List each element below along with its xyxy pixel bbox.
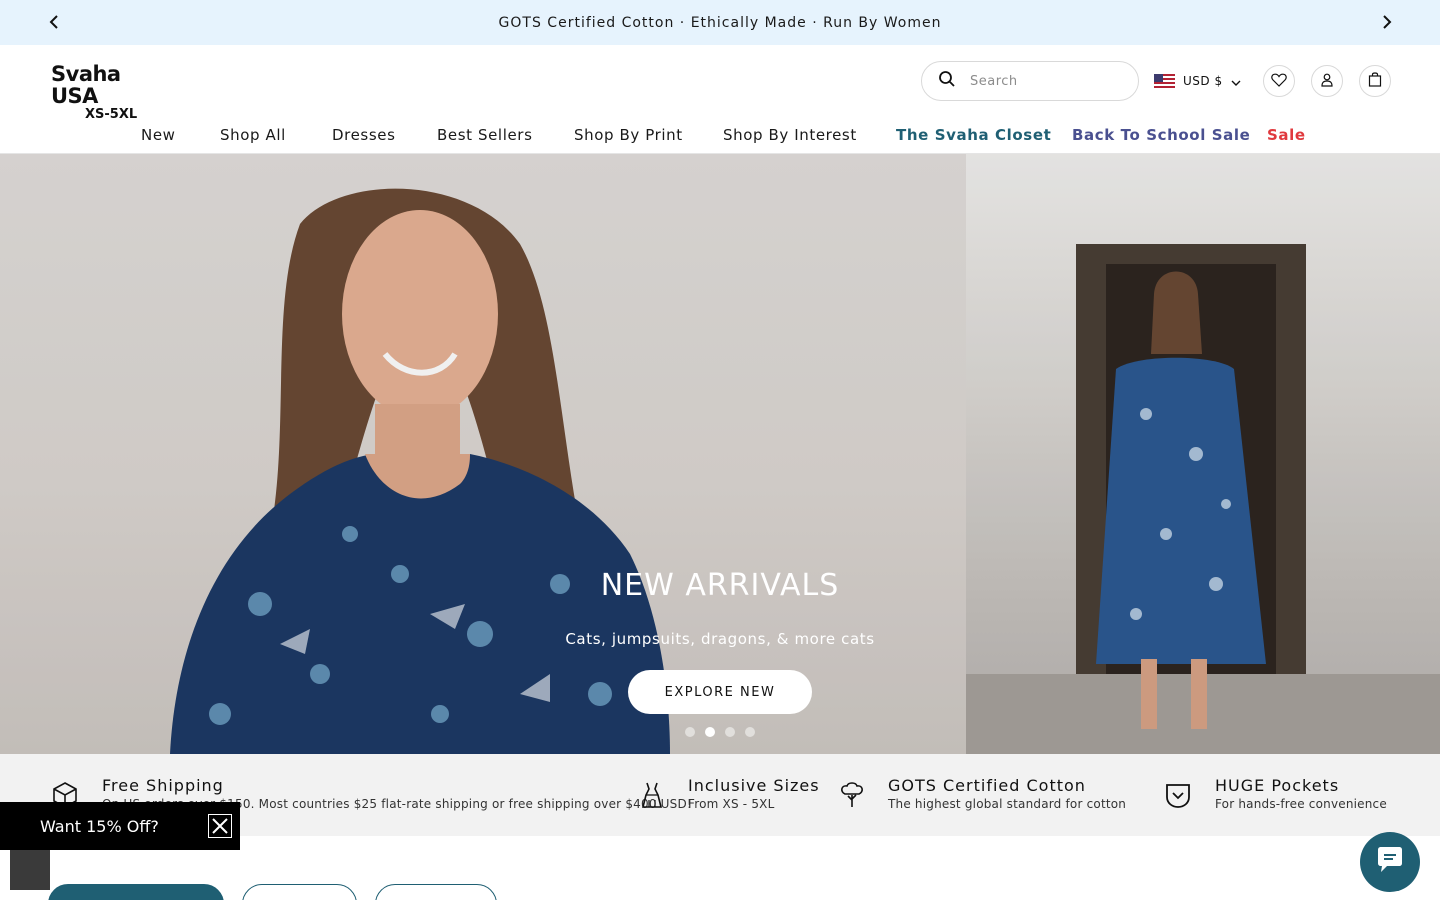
slider-dots bbox=[685, 727, 755, 739]
user-icon bbox=[1321, 72, 1333, 91]
dress-icon bbox=[637, 780, 667, 810]
hero-banner: NEW ARRIVALS Cats, jumpsuits, dragons, &… bbox=[0, 154, 1440, 754]
nav-item-shop-all[interactable]: Shop All bbox=[220, 126, 286, 144]
category-tab[interactable] bbox=[375, 884, 497, 900]
feature-title: GOTS Certified Cotton bbox=[888, 776, 1086, 795]
feature-title: Inclusive Sizes bbox=[688, 776, 820, 795]
logo-main-text: Svaha USA bbox=[51, 62, 121, 108]
search-input[interactable] bbox=[970, 73, 1120, 89]
slider-dot[interactable] bbox=[685, 727, 695, 737]
announcement-bar: GOTS Certified Cotton · Ethically Made ·… bbox=[0, 0, 1440, 45]
wishlist-button[interactable] bbox=[1263, 65, 1295, 97]
nav-item-new[interactable]: New bbox=[141, 126, 176, 144]
cart-button[interactable] bbox=[1359, 65, 1391, 97]
chat-button[interactable] bbox=[1360, 832, 1420, 892]
pocket-icon bbox=[1163, 780, 1193, 810]
explore-new-button[interactable]: EXPLORE NEW bbox=[628, 670, 812, 714]
close-icon[interactable] bbox=[208, 814, 232, 838]
slider-dot[interactable] bbox=[725, 727, 735, 737]
feature-desc: For hands-free convenience bbox=[1215, 797, 1387, 811]
site-header: Svaha USA XS-5XL USD $ bbox=[0, 45, 1440, 122]
chevron-left-icon[interactable] bbox=[44, 12, 64, 32]
logo[interactable]: Svaha USA XS-5XL bbox=[51, 63, 171, 122]
nav-item-back-to-school-sale[interactable]: Back To School Sale bbox=[1072, 126, 1250, 144]
accessibility-button[interactable] bbox=[10, 850, 50, 890]
currency-label: USD $ bbox=[1183, 74, 1223, 88]
account-button[interactable] bbox=[1311, 65, 1343, 97]
nav-item-shop-by-interest[interactable]: Shop By Interest bbox=[723, 126, 857, 144]
search-icon[interactable] bbox=[938, 70, 956, 92]
currency-selector[interactable]: USD $ bbox=[1154, 72, 1241, 90]
us-flag-icon bbox=[1154, 74, 1175, 88]
cotton-icon bbox=[837, 780, 867, 810]
nav-item-shop-by-print[interactable]: Shop By Print bbox=[574, 126, 683, 144]
chevron-down-icon bbox=[1231, 72, 1241, 91]
slider-dot-active[interactable] bbox=[705, 727, 715, 737]
heart-icon bbox=[1271, 72, 1287, 91]
nav-item-dresses[interactable]: Dresses bbox=[332, 126, 396, 144]
chat-bubble-icon bbox=[1375, 846, 1405, 878]
search-box[interactable] bbox=[921, 61, 1139, 101]
category-tab[interactable] bbox=[242, 884, 357, 900]
slider-dot[interactable] bbox=[745, 727, 755, 737]
main-nav: New Shop All Dresses Best Sellers Shop B… bbox=[0, 115, 1440, 154]
discount-popup[interactable]: Want 15% Off? bbox=[0, 802, 240, 850]
category-tab-active[interactable] bbox=[48, 884, 224, 900]
feature-title: Free Shipping bbox=[102, 776, 224, 795]
hero-subtitle: Cats, jumpsuits, dragons, & more cats bbox=[565, 630, 875, 648]
hero-title: NEW ARRIVALS bbox=[600, 568, 840, 603]
nav-item-best-sellers[interactable]: Best Sellers bbox=[437, 126, 532, 144]
chevron-right-icon[interactable] bbox=[1377, 12, 1397, 32]
announcement-text: GOTS Certified Cotton · Ethically Made ·… bbox=[498, 14, 942, 31]
feature-desc: The highest global standard for cotton bbox=[888, 797, 1127, 811]
feature-desc: From XS - 5XL bbox=[688, 797, 775, 811]
shopping-bag-icon bbox=[1368, 71, 1382, 91]
nav-item-svaha-closet[interactable]: The Svaha Closet bbox=[896, 126, 1051, 144]
feature-title: HUGE Pockets bbox=[1215, 776, 1340, 795]
nav-item-sale[interactable]: Sale bbox=[1267, 126, 1306, 144]
discount-popup-text: Want 15% Off? bbox=[40, 816, 159, 836]
